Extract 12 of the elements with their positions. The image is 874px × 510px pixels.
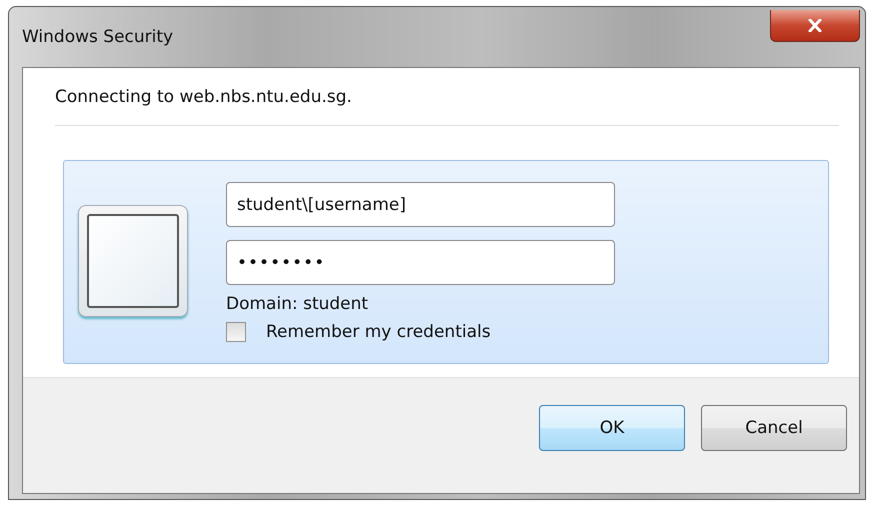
close-button[interactable] [770,10,860,42]
ok-button[interactable]: OK [539,405,685,451]
close-icon [808,19,822,32]
domain-label: Domain: student [226,294,370,314]
window-title: Windows Security [22,27,174,47]
cancel-button[interactable]: Cancel [701,405,847,451]
remember-checkbox[interactable] [226,322,246,342]
connection-message: Connecting to web.nbs.ntu.edu.sg. [55,87,353,107]
user-tile-icon [78,205,188,317]
remember-label: Remember my credentials [266,322,491,342]
password-field[interactable]: •••••••• [226,240,615,285]
username-field[interactable]: student\[username] [226,182,615,227]
